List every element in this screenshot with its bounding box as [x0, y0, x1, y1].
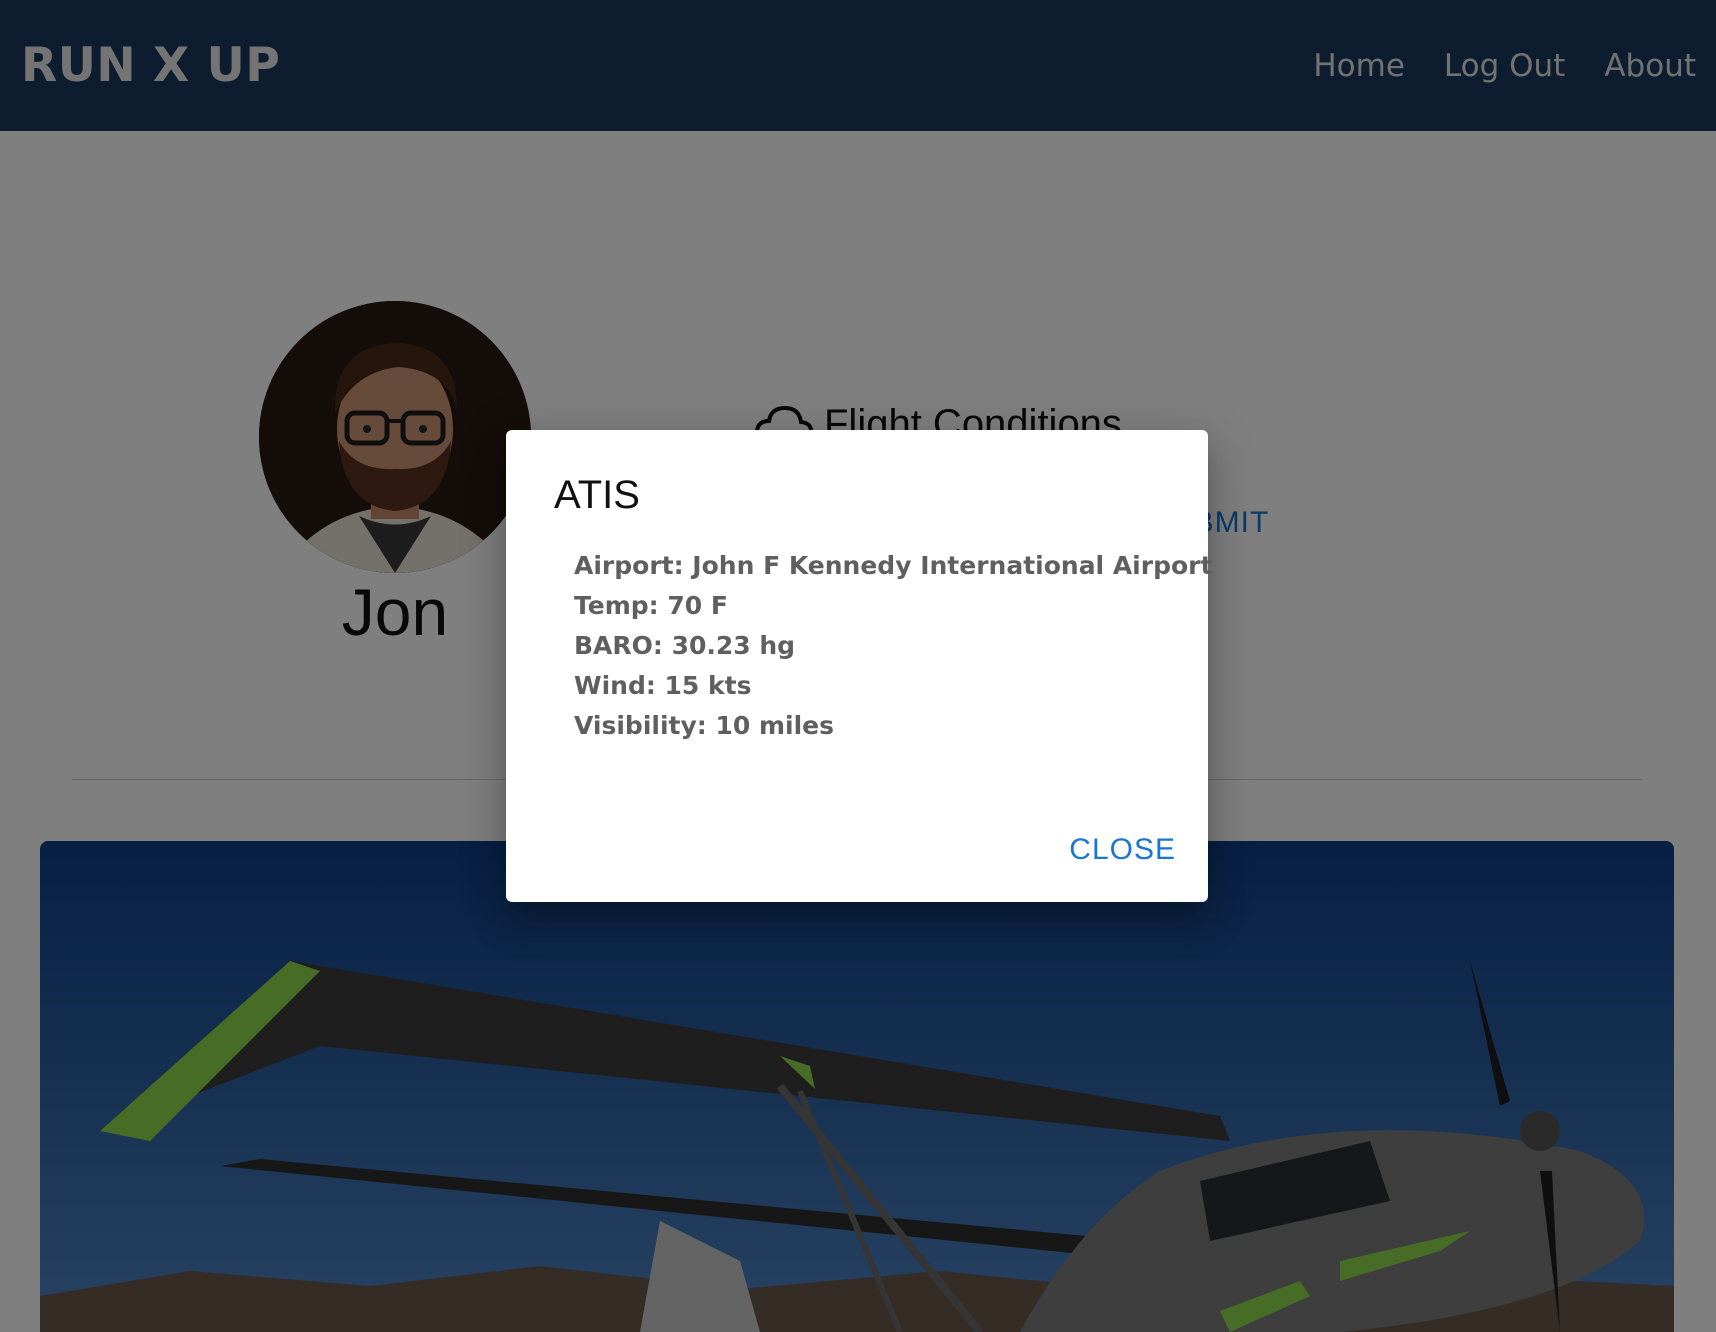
atis-wind: Wind: 15 kts: [574, 671, 752, 700]
atis-dialog: ATIS Airport: John F Kennedy Internation…: [506, 430, 1212, 902]
dialog-title: ATIS: [554, 473, 640, 517]
atis-temp: Temp: 70 F: [574, 591, 728, 620]
atis-info-list: Airport: John F Kennedy International Ai…: [574, 546, 1212, 746]
close-button[interactable]: CLOSE: [1069, 830, 1176, 870]
atis-visibility: Visibility: 10 miles: [574, 711, 834, 740]
atis-baro: BARO: 30.23 hg: [574, 631, 796, 660]
atis-airport: Airport: John F Kennedy International Ai…: [574, 551, 1213, 580]
